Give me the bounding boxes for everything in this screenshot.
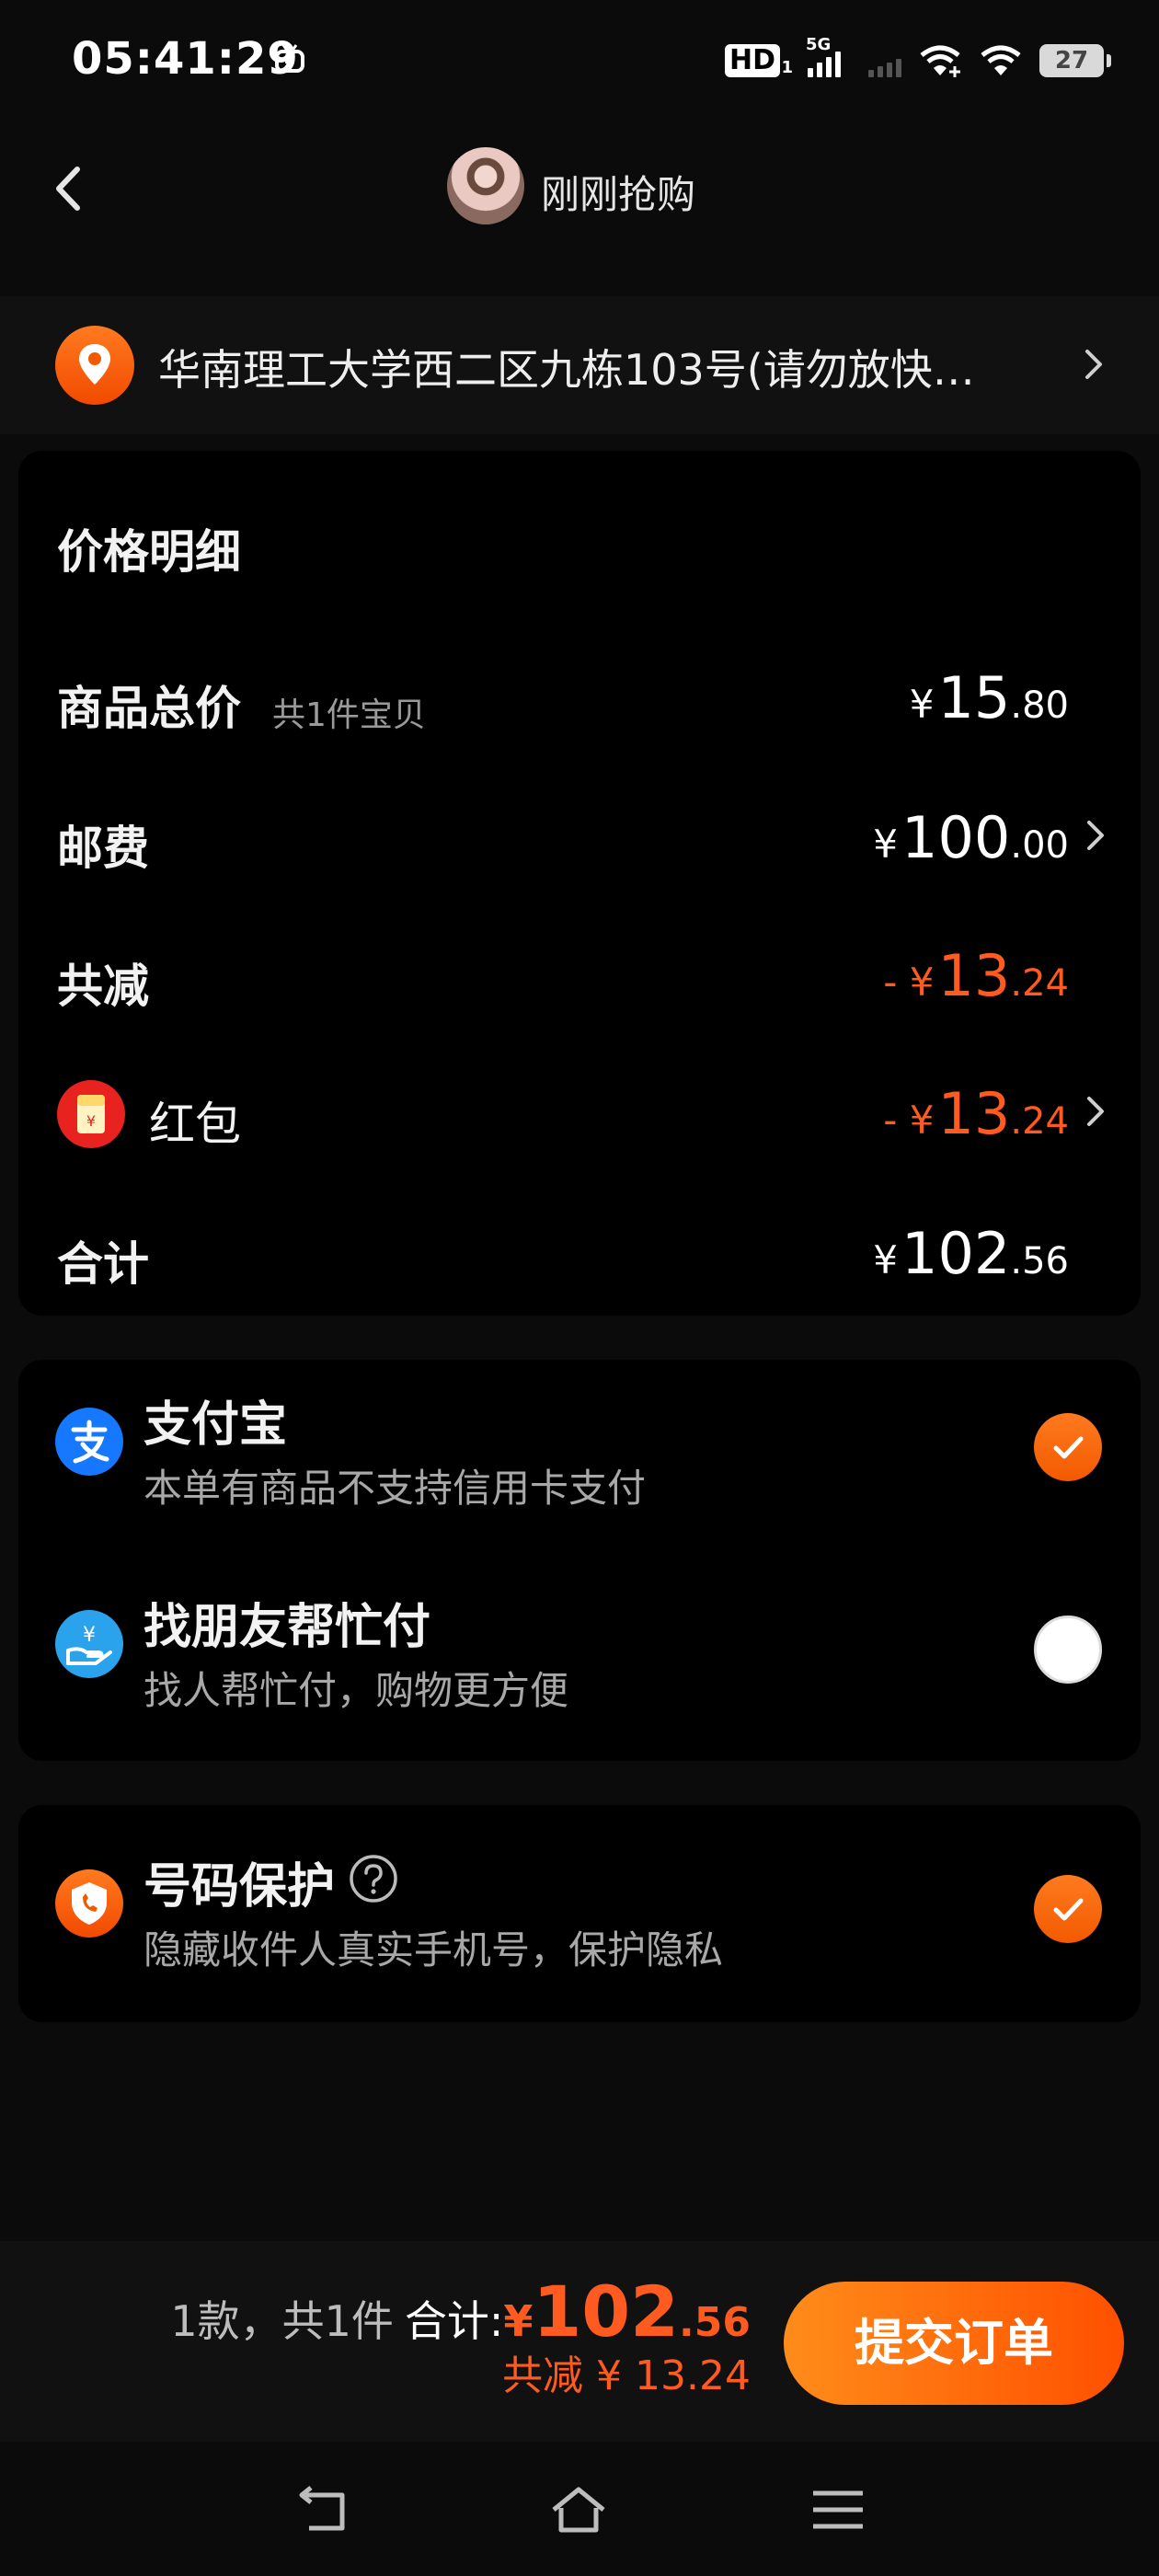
- order-summary: 1款，共1件 合计: ¥102.56: [170, 2271, 751, 2352]
- total-row: 合计 ¥102.56: [18, 1207, 1141, 1299]
- seller-name[interactable]: 刚刚抢购: [541, 164, 695, 220]
- red-packet-icon: ¥: [57, 1080, 125, 1148]
- discount-row: 共减 - ¥13.24: [18, 929, 1141, 1021]
- friend-pay-desc: 找人帮忙付，购物更方便: [143, 1668, 569, 1713]
- goods-total-row: 商品总价 共1件宝贝 ¥15.80: [18, 651, 1141, 743]
- alipay-desc: 本单有商品不支持信用卡支付: [143, 1466, 647, 1511]
- status-time: 05:41:29: [72, 33, 299, 85]
- friend-pay-option[interactable]: ¥ 找朋友帮忙付 找人帮忙付，购物更方便: [18, 1562, 1141, 1746]
- item-count: 1款，共1件: [170, 2296, 394, 2346]
- total-amount: ¥102.56: [873, 1220, 1069, 1287]
- price-detail-title: 价格明细: [57, 525, 241, 579]
- red-packet-amount: - ¥13.24: [883, 1080, 1069, 1147]
- red-packet-row[interactable]: ¥ 红包 - ¥13.24: [18, 1067, 1141, 1159]
- red-packet-label: 红包: [149, 1098, 241, 1151]
- submit-bar: 1款，共1件 合计: ¥102.56 共减 ¥ 13.24 提交订单: [0, 2241, 1159, 2442]
- total-price: ¥102.56: [503, 2271, 751, 2352]
- shipping-amount: ¥100.00: [873, 804, 1069, 871]
- alipay-option[interactable]: 支付宝 本单有商品不支持信用卡支付: [18, 1360, 1141, 1544]
- number-protection-title: 号码保护: [143, 1859, 336, 1915]
- discount-amount: - ¥13.24: [883, 942, 1069, 1009]
- signal-secondary-icon: [868, 44, 901, 77]
- tv-icon: [275, 44, 304, 73]
- number-protection-option[interactable]: 号码保护 隐藏收件人真实手机号，保护隐私: [18, 1822, 1141, 2006]
- chevron-right-icon: [1085, 350, 1102, 379]
- price-detail-card: 价格明细 商品总价 共1件宝贝 ¥15.80 邮费 ¥100.00 共减 - ¥…: [18, 451, 1141, 1316]
- goods-total-label: 商品总价: [57, 682, 241, 735]
- friend-pay-icon: ¥: [55, 1610, 123, 1678]
- system-home-icon[interactable]: [546, 2482, 611, 2537]
- location-pin-icon: [55, 326, 134, 405]
- wifi-plus-icon: [920, 45, 960, 77]
- alipay-radio-checked[interactable]: [1034, 1413, 1102, 1481]
- submit-order-button[interactable]: 提交订单: [784, 2282, 1124, 2405]
- svg-text:¥: ¥: [83, 1624, 96, 1647]
- hd-icon: HD 1: [724, 44, 793, 77]
- goods-count-label: 共1件宝贝: [272, 696, 426, 734]
- order-confirm-screen: 05:41:29 HD 1 5G 27 刚刚抢购 华南理工大学西二区九栋103号…: [0, 0, 1159, 2576]
- nav-header: 刚刚抢购: [0, 129, 1159, 248]
- alipay-icon: [55, 1408, 123, 1476]
- status-icons: HD 1 5G 27: [724, 35, 1111, 85]
- seller-avatar[interactable]: [447, 147, 524, 224]
- status-bar: 05:41:29 HD 1 5G 27: [0, 0, 1159, 120]
- number-protection-desc: 隐藏收件人真实手机号，保护隐私: [143, 1927, 724, 1972]
- back-arrow-icon[interactable]: [37, 156, 101, 221]
- total-label: 合计: [57, 1237, 149, 1291]
- alipay-title: 支付宝: [143, 1397, 288, 1453]
- address-text: 华南理工大学西二区九栋103号(请勿放快…: [158, 345, 975, 395]
- chevron-right-icon: [1087, 1097, 1104, 1126]
- friend-pay-title: 找朋友帮忙付: [143, 1600, 431, 1655]
- system-back-icon[interactable]: [291, 2482, 355, 2537]
- discount-label: 共减: [57, 960, 149, 1013]
- discount-summary: 共减 ¥ 13.24: [502, 2352, 751, 2399]
- system-menu-icon[interactable]: [806, 2482, 870, 2537]
- battery-icon: 27: [1039, 44, 1111, 77]
- goods-total-amount: ¥15.80: [909, 664, 1069, 731]
- number-protection-card: 号码保护 隐藏收件人真实手机号，保护隐私: [18, 1805, 1141, 2022]
- shipping-label: 邮费: [57, 822, 149, 875]
- shield-phone-icon: [55, 1869, 123, 1938]
- friend-pay-radio-unchecked[interactable]: [1034, 1616, 1102, 1684]
- wifi-icon: [981, 45, 1021, 75]
- address-row[interactable]: 华南理工大学西二区九栋103号(请勿放快…: [0, 296, 1159, 434]
- number-protection-radio-checked[interactable]: [1034, 1875, 1102, 1943]
- payment-method-card: 支付宝 本单有商品不支持信用卡支付 ¥ 找朋友帮忙付 找人帮忙付，购物更方便: [18, 1360, 1141, 1761]
- svg-text:¥: ¥: [86, 1112, 96, 1130]
- shipping-row[interactable]: 邮费 ¥100.00: [18, 791, 1141, 883]
- help-question-icon[interactable]: [348, 1853, 399, 1904]
- signal-5g-icon: 5G: [806, 35, 841, 77]
- system-nav-bar: [0, 2442, 1159, 2576]
- chevron-right-icon: [1087, 821, 1104, 850]
- total-label: 合计:: [404, 2296, 504, 2346]
